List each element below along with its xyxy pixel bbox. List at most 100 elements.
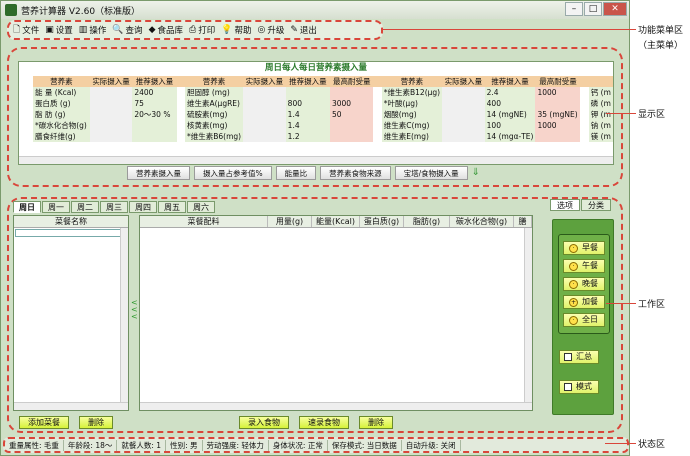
- column-gap: [580, 109, 589, 120]
- col-fat: 脂肪(g): [404, 216, 450, 227]
- cell: 磷 (m: [588, 98, 613, 109]
- vertical-scrollbar[interactable]: [524, 228, 532, 402]
- menu-help[interactable]: 💡 帮助: [221, 24, 251, 36]
- enter-food-button[interactable]: 录入食物: [239, 416, 289, 429]
- energy-ratio-button[interactable]: 能量比: [275, 166, 317, 180]
- cell: 75: [132, 98, 177, 109]
- column-gap: [580, 98, 589, 109]
- nutrient-table-title: 周日每人每日营养素摄入量: [264, 63, 367, 73]
- mode-button[interactable]: 模式: [559, 380, 599, 394]
- delete-food-button[interactable]: 删除: [359, 416, 393, 429]
- header-nutrient: 营养素: [381, 76, 443, 87]
- cell: 1000: [535, 120, 581, 131]
- cell: [89, 109, 133, 120]
- horizontal-scrollbar[interactable]: [14, 402, 128, 410]
- meal-list-buttons: 添加菜餐 删除: [19, 416, 113, 429]
- column-gap: [176, 131, 185, 142]
- add-meal-button[interactable]: 添加菜餐: [19, 416, 69, 429]
- cell: [132, 131, 177, 142]
- quick-enter-food-button[interactable]: 速录食物: [299, 416, 349, 429]
- meal-label: 晚餐: [582, 279, 598, 288]
- meal-name-input[interactable]: [15, 229, 127, 237]
- dinner-button[interactable]: · 晚餐: [563, 277, 605, 291]
- nutrient-row: 膳食纤维(g) *维生素B6(mg) 1.2 维生素E(mg) 14 (mgα-TE…: [33, 131, 613, 142]
- main-window: 营养计算器 V2.60（标准版） – □ ✕ 🗋 文件 ▣ 设置 ▥ 操作 🔍 查询 ◆…: [0, 0, 630, 456]
- maximize-button[interactable]: □: [584, 2, 602, 16]
- menu-label: 升级: [267, 26, 285, 36]
- nutrient-header-row: 营养素 实际摄入量 推荐摄入量 营养素 实际摄入量 推荐摄入量 最高耐受量 营养…: [33, 76, 613, 87]
- meal-list-panel: 菜餐名称: [13, 215, 129, 411]
- display-button-bar: 营养素摄入量 摄入量占参考值% 能量比 营养素食物来源 宝塔/食物摄入量 ⇓: [127, 166, 480, 180]
- menu-food-library[interactable]: ◆ 食品库: [149, 24, 183, 36]
- plus-icon: +: [569, 297, 578, 307]
- food-source-button[interactable]: 营养素食物来源: [320, 166, 391, 180]
- column-gap: [176, 87, 185, 98]
- cell: 蛋白质 (g): [33, 98, 90, 109]
- summary-button[interactable]: 汇总: [559, 350, 599, 364]
- cell: *维生素B12(μg): [381, 87, 443, 98]
- pagoda-button[interactable]: 宝塔/食物摄入量: [394, 166, 468, 180]
- menu-label: 设置: [55, 26, 73, 36]
- cell: 钠 (m: [588, 120, 613, 131]
- intake-percent-button[interactable]: 摄入量占参考值%: [194, 166, 272, 180]
- ingredient-grid-header: 菜餐配料 用量(g) 能量(Kcal) 蛋白质(g) 脂肪(g) 碳水化合物(g…: [140, 216, 532, 228]
- cell: [243, 87, 286, 98]
- meal-label: 早餐: [582, 243, 598, 252]
- column-gap: [373, 76, 382, 87]
- cell: 1.4: [285, 109, 330, 120]
- delete-meal-button[interactable]: 删除: [79, 416, 113, 429]
- breakfast-button[interactable]: · 早餐: [563, 241, 605, 255]
- vertical-scrollbar[interactable]: [120, 228, 128, 402]
- whole-day-button[interactable]: · 全日: [563, 313, 605, 327]
- menu-query[interactable]: 🔍 查询: [112, 24, 142, 36]
- tab-wednesday[interactable]: 周三: [100, 201, 128, 213]
- horizontal-scrollbar[interactable]: [19, 156, 613, 164]
- horizontal-scrollbar[interactable]: [140, 402, 532, 410]
- tab-sunday[interactable]: 周日: [13, 201, 41, 213]
- arrow-down-icon[interactable]: ⇓: [472, 166, 480, 180]
- menu-upgrade[interactable]: ◎ 升级: [257, 24, 284, 36]
- menu-operation[interactable]: ▥ 操作: [79, 24, 107, 36]
- status-diners: 就餐人数: 1: [117, 439, 167, 451]
- cell: [535, 98, 581, 109]
- cell: 核黄素(mg): [185, 120, 244, 131]
- library-icon: ◆: [148, 25, 156, 35]
- menu-label: 退出: [299, 26, 317, 36]
- minimize-button[interactable]: –: [565, 2, 583, 16]
- menu-exit[interactable]: ✎ 退出: [290, 24, 317, 36]
- splitter-handle[interactable]: < < <: [131, 299, 138, 321]
- tab-monday[interactable]: 周一: [42, 201, 70, 213]
- annotation-display: 显示区: [638, 110, 666, 120]
- column-gap: [176, 98, 185, 109]
- ingredient-buttons: 录入食物 速录食物 删除: [239, 416, 393, 429]
- cell: [442, 98, 485, 109]
- nutrient-intake-button[interactable]: 营养素摄入量: [127, 166, 190, 180]
- tab-saturday[interactable]: 周六: [187, 201, 215, 213]
- cell: [329, 120, 374, 131]
- cell: 胆固醇 (mg): [185, 87, 244, 98]
- menu-settings[interactable]: ▣ 设置: [45, 24, 73, 36]
- close-button[interactable]: ✕: [603, 2, 627, 16]
- menu-print[interactable]: ⎙ 打印: [189, 24, 215, 36]
- snack-button[interactable]: + 加餐: [563, 295, 605, 309]
- tab-options[interactable]: 选项: [550, 199, 580, 211]
- lunch-button[interactable]: · 午餐: [563, 259, 605, 273]
- cell: 烟酸(mg): [381, 109, 443, 120]
- status-save-mode: 保存模式: 当日数据: [328, 439, 402, 451]
- status-bar: 重量属性: 毛重 年龄段: 18～ 就餐人数: 1 性别: 男 劳动强度: 轻体…: [3, 437, 629, 453]
- tab-tuesday[interactable]: 周二: [71, 201, 99, 213]
- cell: [442, 87, 485, 98]
- cell: 维生素E(mg): [381, 131, 443, 142]
- col-amount: 用量(g): [268, 216, 312, 227]
- column-gap: [373, 98, 382, 109]
- menu-file[interactable]: 🗋 文件: [13, 22, 39, 38]
- tab-thursday[interactable]: 周四: [129, 201, 157, 213]
- cell: 800: [285, 98, 330, 109]
- column-gap: [176, 109, 185, 120]
- tab-friday[interactable]: 周五: [158, 201, 186, 213]
- upgrade-icon: ◎: [257, 25, 266, 35]
- menu-label: 帮助: [234, 26, 252, 36]
- tab-category[interactable]: 分类: [581, 199, 611, 211]
- menu-label: 食品库: [157, 26, 183, 36]
- menu-label: 查询: [125, 26, 143, 36]
